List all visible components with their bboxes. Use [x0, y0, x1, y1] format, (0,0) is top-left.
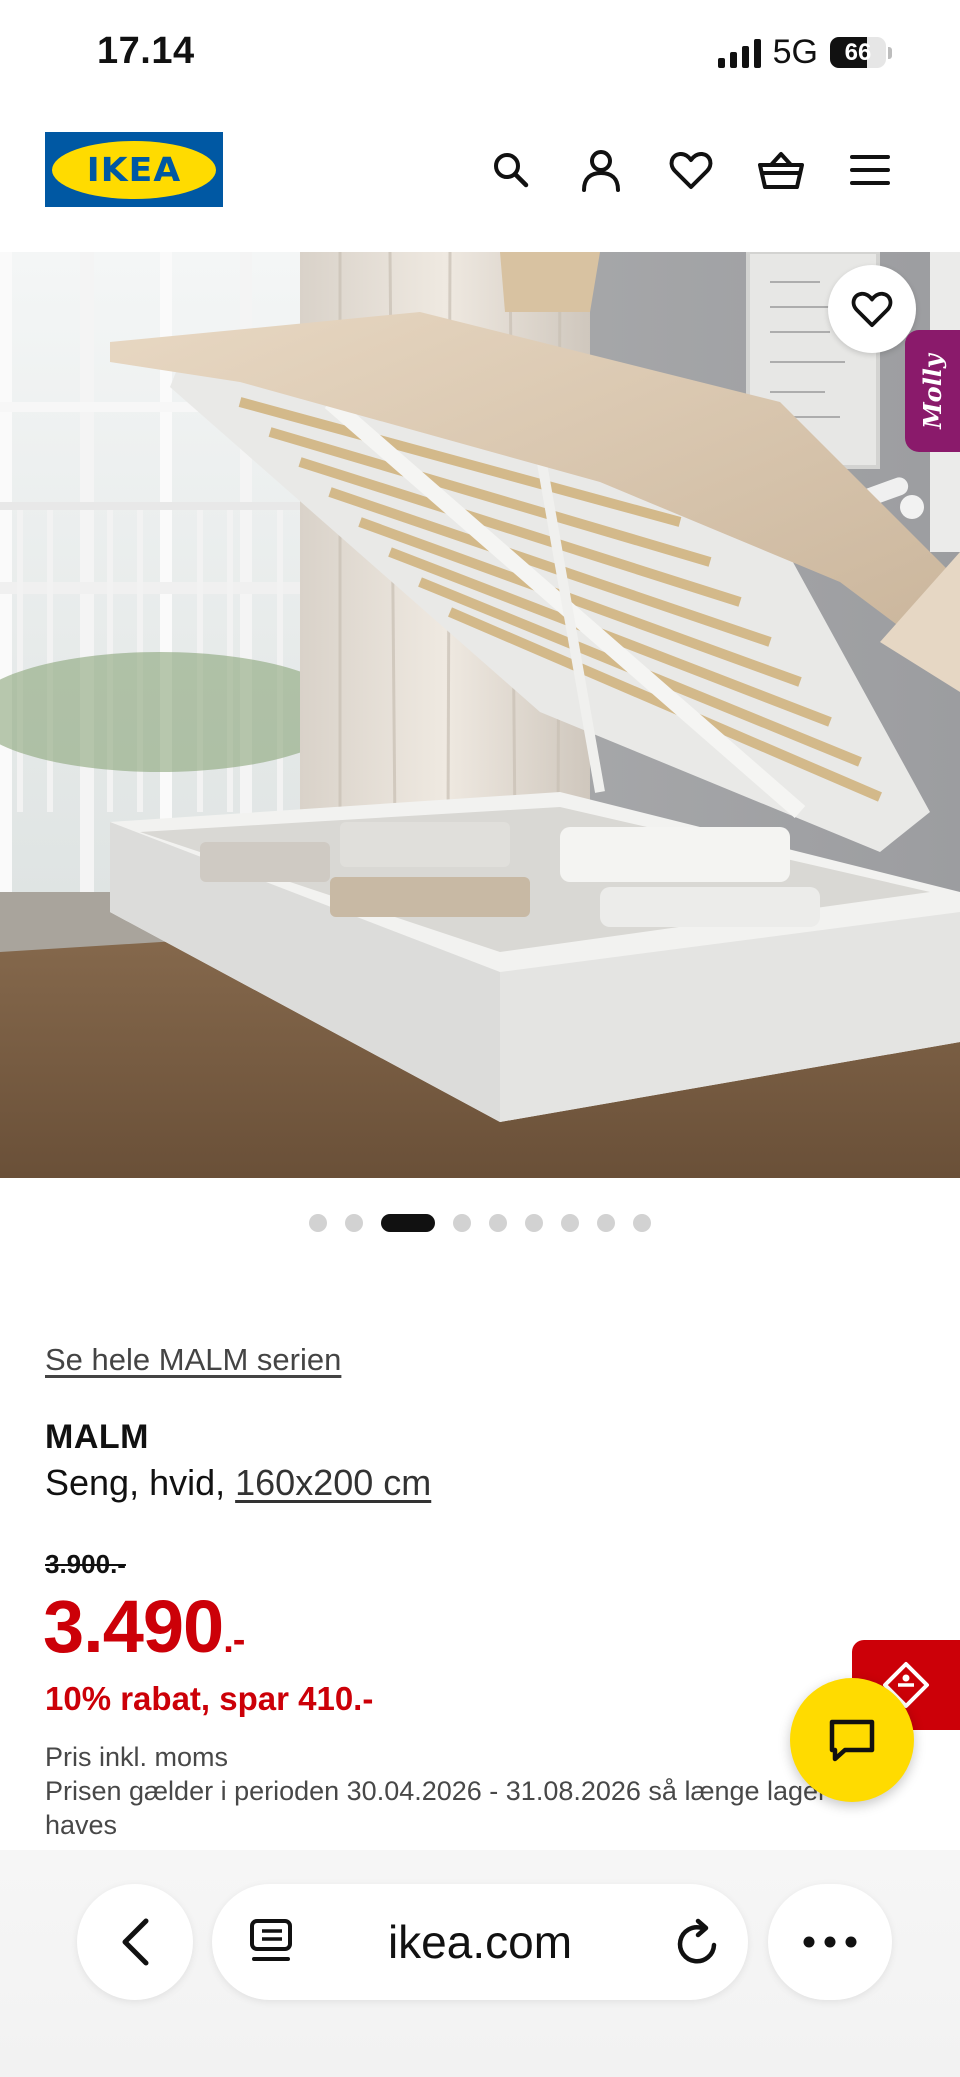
product-description: Seng, hvid, 160x200 cm: [45, 1462, 431, 1504]
basket-icon[interactable]: [756, 145, 806, 195]
chat-icon: [829, 1719, 875, 1762]
product-name: MALM: [45, 1418, 149, 1456]
more-options-button[interactable]: [768, 1884, 892, 2000]
battery-icon: 66: [830, 37, 892, 68]
carousel-dot[interactable]: [453, 1214, 471, 1232]
status-indicators: 5G 66: [717, 33, 892, 72]
add-to-favourites-button[interactable]: [828, 265, 916, 353]
carousel-dot[interactable]: [381, 1214, 435, 1232]
price-suffix: .-: [223, 1619, 245, 1661]
carousel-dot[interactable]: [525, 1214, 543, 1232]
old-price: 3.900.-: [45, 1549, 126, 1579]
carousel-dot[interactable]: [561, 1214, 579, 1232]
chevron-left-icon: [122, 1918, 149, 1966]
carousel-dot[interactable]: [309, 1214, 327, 1232]
price-value: 3.490: [43, 1585, 224, 1668]
heart-icon[interactable]: [666, 145, 716, 195]
browser-toolbar: ikea.com: [0, 1850, 960, 2077]
carousel-dot[interactable]: [597, 1214, 615, 1232]
url-text: ikea.com: [387, 1916, 573, 1968]
logo-text: IKEA: [86, 150, 182, 189]
search-icon[interactable]: [486, 145, 536, 195]
status-time: 17.14: [97, 30, 195, 72]
series-link[interactable]: Se hele MALM serien: [45, 1342, 341, 1378]
back-button[interactable]: [77, 1884, 193, 2000]
carousel-dot[interactable]: [633, 1214, 651, 1232]
account-icon[interactable]: [576, 145, 626, 195]
tabs-icon[interactable]: [248, 1917, 294, 1972]
signal-icon: [717, 38, 761, 68]
product-image[interactable]: [0, 252, 960, 1178]
battery-level: 66: [844, 39, 872, 66]
discount-label: 10% rabat, spar 410.-: [45, 1680, 374, 1717]
molly-label: Molly: [918, 353, 948, 429]
address-bar[interactable]: ikea.com: [212, 1884, 748, 2000]
period-note: Prisen gælder i perioden 30.04.2026 - 31…: [45, 1776, 828, 1840]
reload-icon[interactable]: [674, 1917, 722, 1972]
network-label: 5G: [772, 33, 818, 71]
carousel-dot[interactable]: [345, 1214, 363, 1232]
current-price: 3.490.-: [43, 1584, 245, 1669]
more-icon: [803, 1936, 857, 1948]
menu-icon[interactable]: [845, 145, 895, 195]
heart-icon: [851, 291, 893, 328]
vat-note: Pris inkl. moms: [45, 1742, 229, 1772]
chat-button[interactable]: [790, 1678, 914, 1802]
price-notes: Pris inkl. moms Prisen gælder i perioden…: [45, 1740, 845, 1842]
product-type: Seng, hvid,: [45, 1462, 236, 1503]
ikea-logo[interactable]: IKEA: [45, 132, 223, 207]
molly-badge[interactable]: Molly: [905, 330, 960, 452]
size-link[interactable]: 160x200 cm: [235, 1462, 431, 1503]
image-carousel-dots: [0, 1214, 960, 1232]
carousel-dot[interactable]: [489, 1214, 507, 1232]
